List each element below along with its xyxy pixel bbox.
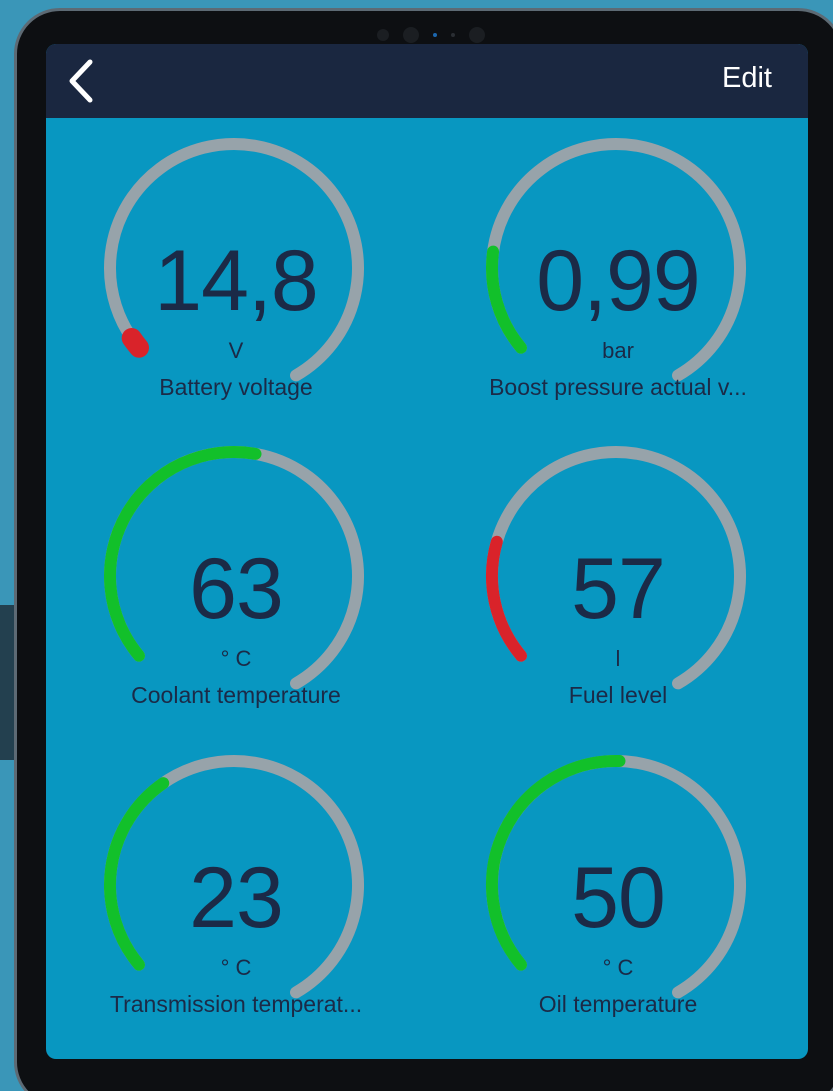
gauge-battery-voltage[interactable]: 14,8 V Battery voltage: [46, 118, 426, 418]
gauge-unit: bar: [602, 338, 634, 363]
gauge-value: 23: [189, 850, 284, 946]
gauge-label: Transmission temperat...: [109, 991, 363, 1017]
gauge-label: Battery voltage: [159, 374, 313, 400]
gauge-value: 50: [571, 850, 666, 946]
back-button[interactable]: [64, 58, 98, 104]
camera-sensor-icon: [377, 29, 389, 41]
gauge-label: Fuel level: [568, 682, 668, 708]
gauge-unit: ° C: [220, 955, 252, 980]
gauge-value: 0,99: [536, 233, 700, 329]
ambient-sensor-icon: [451, 33, 455, 37]
gauge-unit: l: [615, 646, 621, 671]
gauge-label: Oil temperature: [538, 991, 698, 1017]
gauge-coolant-temperature[interactable]: 63 ° C Coolant temperature: [46, 426, 426, 726]
camera-lens-icon: [469, 27, 485, 43]
camera-led-icon: [433, 33, 437, 37]
gauge-boost-pressure[interactable]: 0,99 bar Boost pressure actual v...: [428, 118, 808, 418]
gauge-fuel-level[interactable]: 57 l Fuel level: [428, 426, 808, 726]
background-window-edge: [0, 605, 14, 760]
gauge-value: 14,8: [154, 233, 318, 329]
gauge-unit: ° C: [220, 646, 252, 671]
gauge-label: Coolant temperature: [131, 682, 341, 708]
gauge-oil-temperature[interactable]: 50 ° C Oil temperature: [428, 735, 808, 1035]
gauge-unit: ° C: [602, 955, 634, 980]
edit-button[interactable]: Edit: [722, 62, 772, 95]
camera-lens-icon: [403, 27, 419, 43]
gauge-grid: 14,8 V Battery voltage 0,99 bar Boost pr…: [46, 118, 808, 1059]
gauge-value: 63: [189, 541, 284, 637]
gauge-transmission-temperature[interactable]: 23 ° C Transmission temperat...: [46, 735, 426, 1035]
gauge-label: Boost pressure actual v...: [489, 374, 747, 400]
chevron-left-icon: [69, 59, 93, 103]
navigation-bar: Edit: [46, 44, 808, 118]
gauge-unit: V: [228, 338, 244, 363]
app-screen: Edit 14,8 V Battery voltage 0,99 bar Boo…: [46, 44, 808, 1059]
gauge-value: 57: [571, 541, 666, 637]
